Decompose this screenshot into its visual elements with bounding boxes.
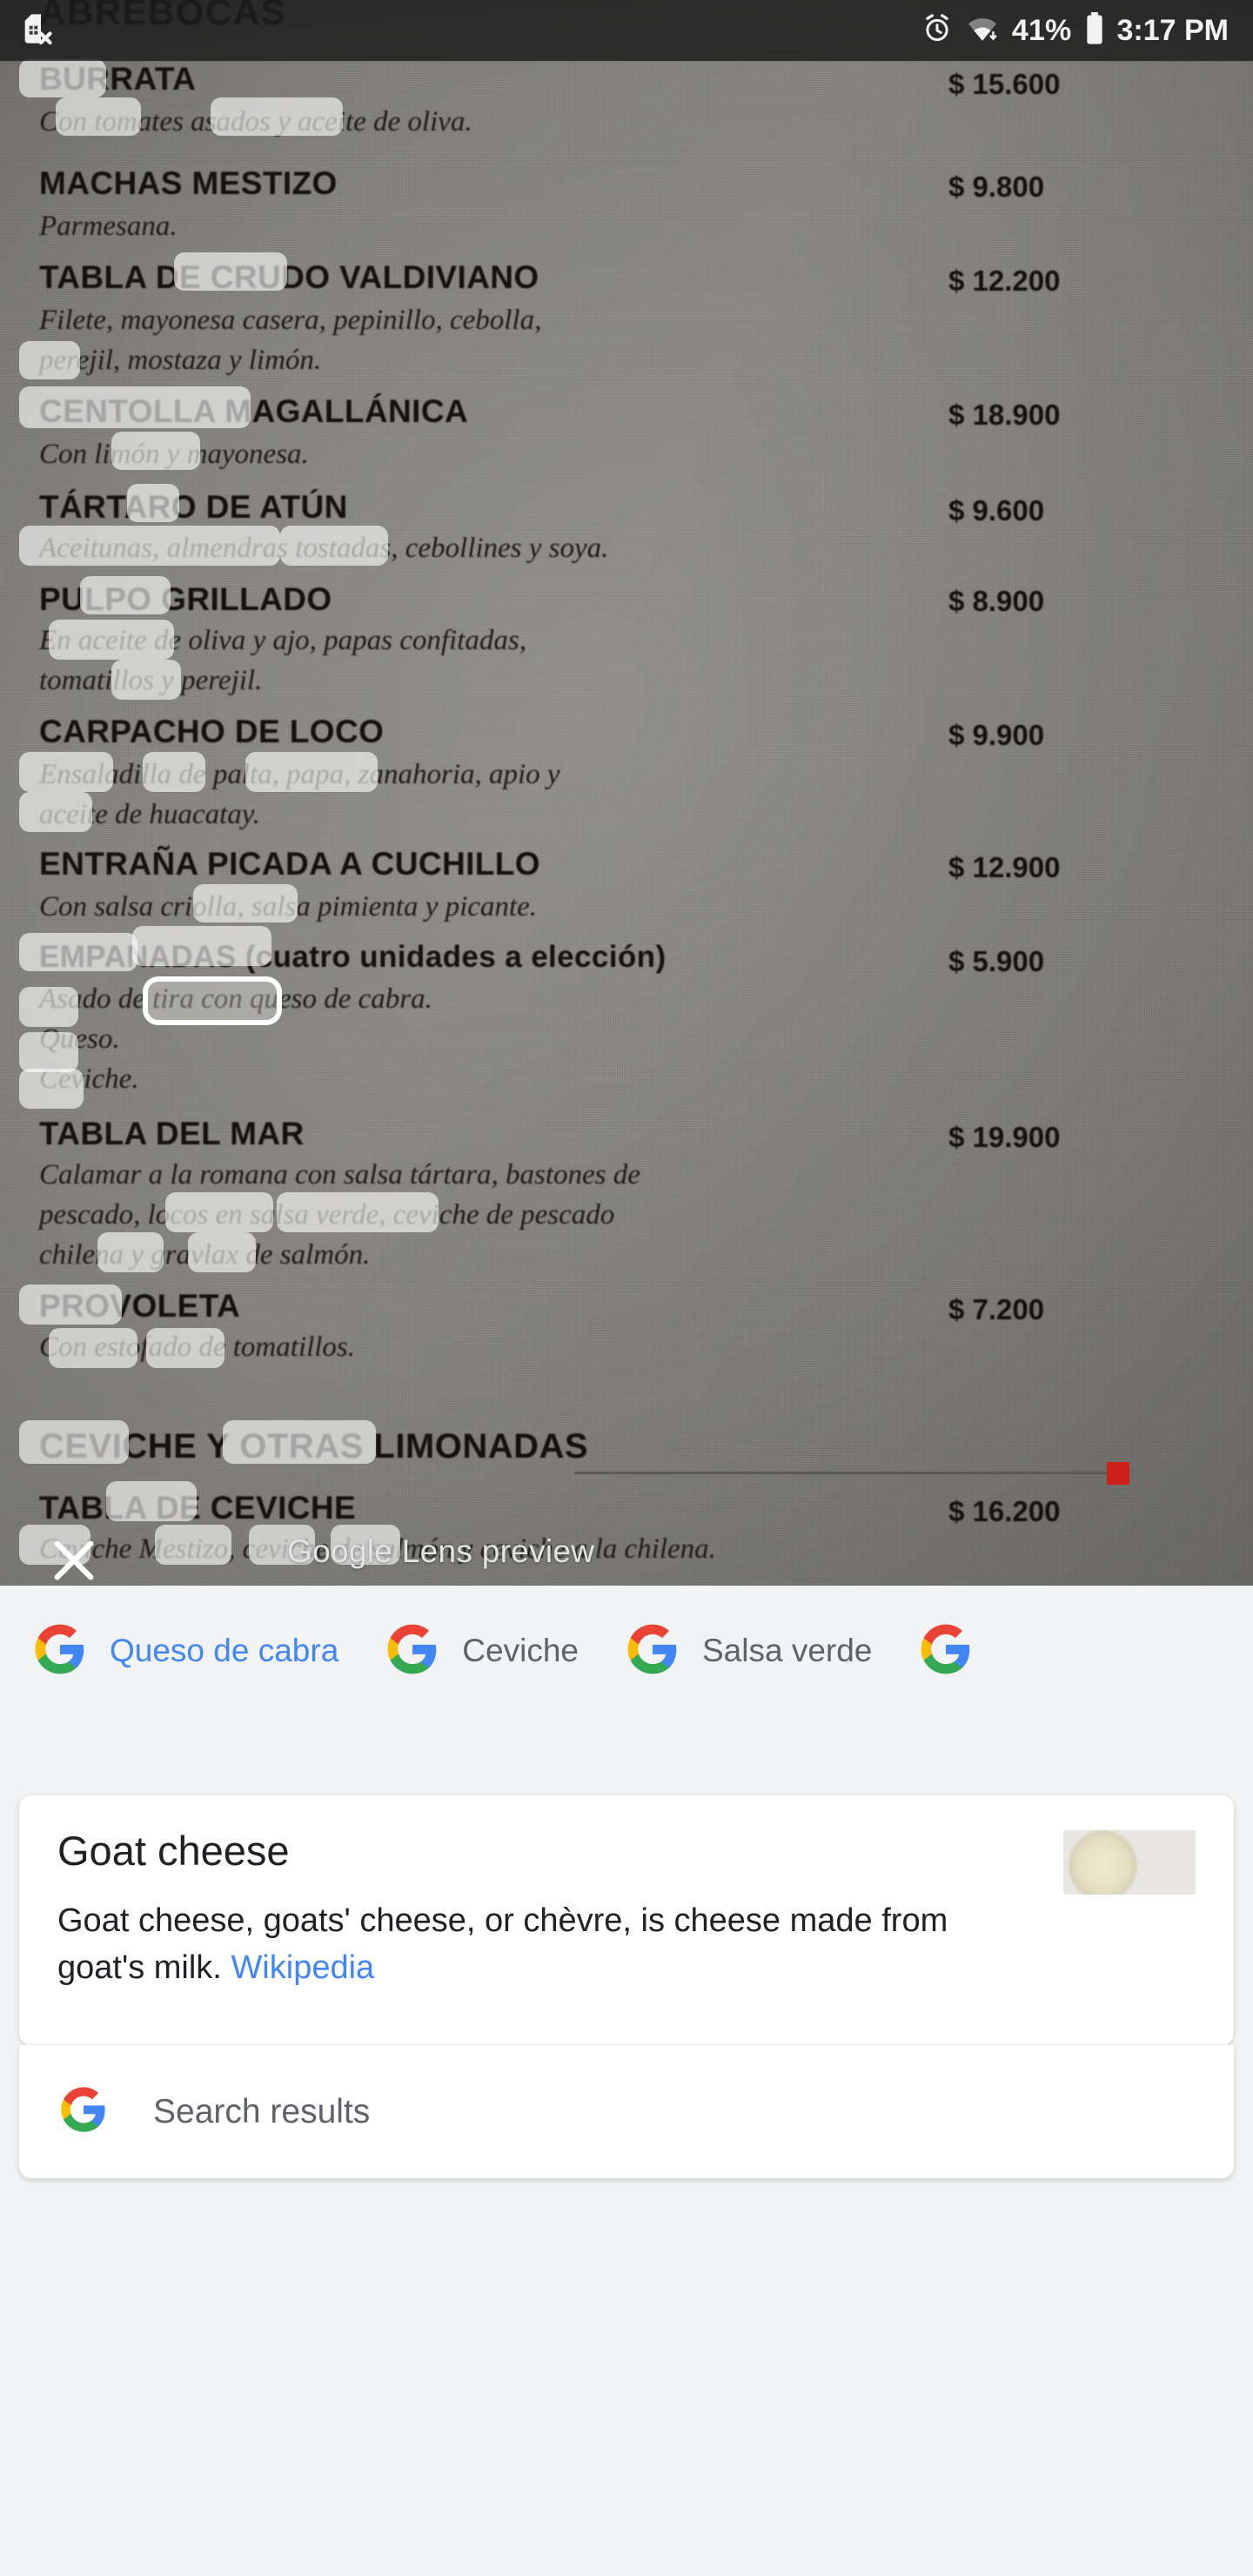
suggestion-chip-label: Queso de cabra xyxy=(110,1633,339,1668)
search-results-row[interactable]: Search results xyxy=(19,2045,1234,2178)
menu-item-price: $ 18.900 xyxy=(948,399,1061,431)
menu-item-desc: Con tomates asados y aceite de oliva. xyxy=(39,106,472,138)
menu-item-price: $ 7.200 xyxy=(948,1293,1045,1325)
menu-item-desc: En aceite de oliva y ajo, papas confitad… xyxy=(39,625,526,656)
menu-item-title: TABLA DE CEVICHE xyxy=(39,1490,357,1526)
menu-item-desc: Queso. xyxy=(39,1023,120,1055)
menu-item-desc: tomatillos y perejil. xyxy=(39,665,263,696)
close-icon[interactable] xyxy=(45,1532,103,1586)
menu-item-desc: pescado, locos en salsa verde, ceviche d… xyxy=(39,1199,615,1231)
knowledge-card[interactable]: Goat cheese Goat cheese, goats' cheese, … xyxy=(19,1795,1234,2045)
card-title: Goat cheese xyxy=(57,1828,290,1874)
menu-item-desc: Ensaladilla de palta, papa, zanahoria, a… xyxy=(39,759,560,790)
card-divider xyxy=(19,2044,1234,2045)
menu-item-title: CENTOLLA MAGALLÁNICA xyxy=(39,393,469,429)
suggestion-chip-ceviche[interactable]: Ceviche xyxy=(377,1622,617,1680)
wikipedia-link[interactable]: Wikipedia xyxy=(231,1949,374,1986)
suggestion-chip-next[interactable] xyxy=(910,1622,1034,1680)
goat-cheese-thumbnail xyxy=(1063,1830,1196,1895)
menu-item-title: PROVOLETA xyxy=(39,1288,241,1324)
menu-item-title: ENTRAÑA PICADA A CUCHILLO xyxy=(39,846,540,882)
menu-item-price: $ 16.200 xyxy=(948,1495,1061,1527)
menu-item-title: CARPACHO DE LOCO xyxy=(39,714,385,749)
menu-item-desc: Con estofado de tomatillos. xyxy=(39,1332,355,1363)
suggestion-chip-label: Salsa verde xyxy=(701,1633,873,1668)
menu-dotted-leader xyxy=(574,1472,1109,1474)
menu-item-price: $ 19.900 xyxy=(948,1121,1061,1153)
menu-item-price: $ 15.600 xyxy=(948,68,1061,100)
status-bar: 41% 3:17 PM xyxy=(0,0,1253,61)
menu-item-title: MACHAS MESTIZO xyxy=(39,165,338,201)
menu-item-desc: Calamar a la romana con salsa tártara, b… xyxy=(39,1159,640,1191)
menu-item-desc: Parmesana. xyxy=(39,211,178,242)
menu-item-desc: aceite de huacatay. xyxy=(39,799,260,830)
status-bar-left xyxy=(19,11,54,50)
search-results-label: Search results xyxy=(153,2092,371,2130)
google-logo-icon xyxy=(385,1622,439,1680)
menu-item-price: $ 8.900 xyxy=(948,585,1045,617)
google-logo-icon xyxy=(33,1622,87,1680)
menu-item-title: EMPANADAS (cuatro unidades a elección) xyxy=(39,940,667,974)
menu-item-desc: Ceviche. xyxy=(39,1063,139,1095)
google-logo-icon xyxy=(59,2085,108,2138)
menu-item-title: TÁRTARO DE ATÚN xyxy=(39,489,348,525)
card-description: Goat cheese, goats' cheese, or chèvre, i… xyxy=(57,1898,980,1992)
menu-item-price: $ 9.600 xyxy=(948,494,1045,527)
lens-camera-viewfinder[interactable]: ABREBOCAS BURRATA Con tomates asados y a… xyxy=(0,0,1253,1586)
card-description-text: Goat cheese, goats' cheese, or chèvre, i… xyxy=(57,1902,948,1986)
menu-item-desc: perejil, mostaza y limón. xyxy=(39,345,322,376)
menu-item-desc: Aceitunas, almendras tostadas, cebolline… xyxy=(39,533,609,564)
battery-percent-label: 41% xyxy=(1011,14,1072,47)
menu-item-desc: Filete, mayonesa casera, pepinillo, cebo… xyxy=(39,305,542,336)
battery-icon xyxy=(1084,11,1105,50)
status-bar-right: 41% 3:17 PM xyxy=(921,11,1230,50)
suggestion-chip-salsa-verde[interactable]: Salsa verde xyxy=(617,1622,910,1680)
google-logo-icon xyxy=(626,1622,680,1680)
menu-item-desc: Con salsa criolla, salsa pimienta y pica… xyxy=(39,891,537,922)
menu-item-price: $ 12.900 xyxy=(948,851,1061,883)
menu-item-desc: Con limón y mayonesa. xyxy=(39,439,309,470)
wifi-icon xyxy=(965,13,1000,49)
alarm-icon xyxy=(921,13,953,49)
menu-section-header-2: CEVICHE Y OTRAS LIMONADAS xyxy=(39,1427,589,1466)
menu-photo-content: ABREBOCAS BURRATA Con tomates asados y a… xyxy=(0,0,1253,1586)
suggestion-chip-queso-de-cabra[interactable]: Queso de cabra xyxy=(24,1622,377,1680)
menu-item-title: PULPO GRILLADO xyxy=(39,581,332,617)
sim-card-off-icon xyxy=(19,11,54,50)
google-logo-icon xyxy=(919,1622,973,1680)
menu-item-price: $ 5.900 xyxy=(948,945,1045,977)
menu-item-title: BURRATA xyxy=(39,61,197,97)
suggestion-chip-row[interactable]: Queso de cabra Ceviche Salsa verde xyxy=(0,1586,1253,1716)
suggestion-chip-label: Ceviche xyxy=(462,1633,579,1668)
menu-item-price: $ 9.900 xyxy=(948,719,1045,751)
menu-item-price: $ 9.800 xyxy=(948,171,1045,203)
clock-label: 3:17 PM xyxy=(1116,14,1230,47)
lens-preview-label: Google Lens preview xyxy=(287,1533,595,1569)
menu-item-desc: Asado de tira con queso de cabra. xyxy=(39,983,432,1015)
menu-item-price: $ 12.200 xyxy=(948,265,1061,297)
lens-red-marker xyxy=(1107,1462,1129,1485)
menu-item-title: TABLA DEL MAR xyxy=(39,1116,305,1151)
menu-item-desc: chilena y gravlax de salmón. xyxy=(39,1239,371,1271)
menu-item-title: TABLA DE CRUDO VALDIVIANO xyxy=(39,259,539,295)
